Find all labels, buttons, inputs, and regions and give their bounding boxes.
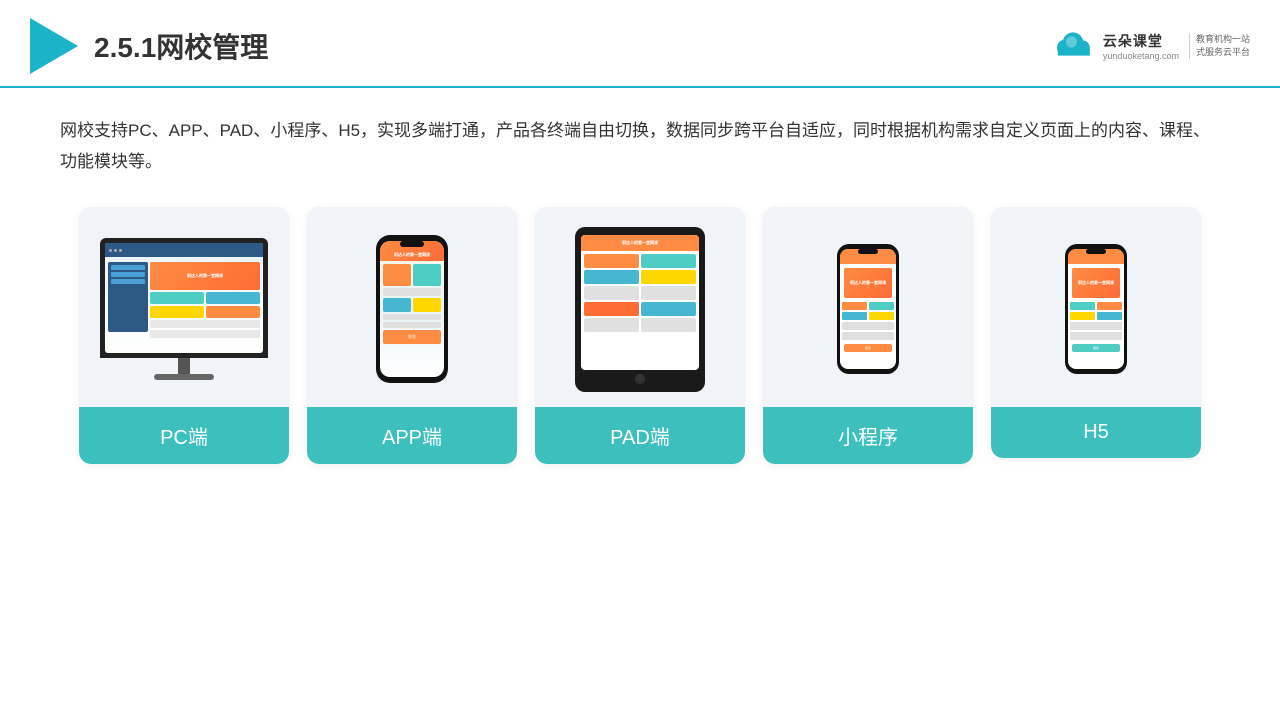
card-pad-label: PAD端 — [535, 407, 745, 464]
tagline-line2: 式服务云平台 — [1196, 46, 1250, 59]
logo-url-text: yunduoketang.com — [1103, 51, 1179, 61]
pad-tablet-mockup: 职达人的第一堂网课 — [575, 227, 705, 392]
card-app-label: APP端 — [307, 407, 517, 464]
h5-phone-mockup: 职达人的第一堂网课 — [1065, 244, 1127, 374]
content-area: 网校支持PC、APP、PAD、小程序、H5，实现多端打通，产品各终端自由切换，数… — [0, 88, 1280, 484]
card-miniprogram-label: 小程序 — [763, 407, 973, 464]
phone-screen: 职达人的第一堂网课 — [380, 241, 444, 377]
card-h5-image: 职达人的第一堂网课 — [991, 207, 1201, 407]
header-right: 云朵课堂 yunduoketang.com 教育机构一站 式服务云平台 — [1049, 30, 1250, 62]
cloud-logo: 云朵课堂 yunduoketang.com 教育机构一站 式服务云平台 — [1049, 30, 1250, 62]
card-pc-label: PC端 — [79, 407, 289, 464]
card-app-image: 职达人的第一堂网课 — [307, 207, 517, 407]
tablet-screen: 职达人的第一堂网课 — [581, 235, 699, 370]
card-pc-image: 职达人的第一堂网课 — [79, 207, 289, 407]
phone-notch — [400, 241, 424, 247]
card-pad-image: 职达人的第一堂网课 — [535, 207, 745, 407]
tagline-line1: 教育机构一站 — [1196, 33, 1250, 46]
logo-main-text: 云朵课堂 — [1103, 31, 1163, 51]
cards-row: 职达人的第一堂网课 — [60, 207, 1220, 464]
monitor-frame: 职达人的第一堂网课 — [100, 238, 268, 358]
header: 2.5.1网校管理 云朵课堂 yunduoketang.com 教育机构一站 式… — [0, 0, 1280, 88]
phone-small-notch — [858, 249, 878, 254]
card-h5-label: H5 — [991, 407, 1201, 458]
card-pad: 职达人的第一堂网课 — [535, 207, 745, 464]
card-pc: 职达人的第一堂网课 — [79, 207, 289, 464]
h5-phone-notch — [1086, 249, 1106, 254]
cloud-icon — [1049, 30, 1097, 62]
card-h5: 职达人的第一堂网课 — [991, 207, 1201, 458]
phone-small-screen: 职达人的第一堂网课 — [840, 249, 896, 369]
card-miniprogram-image: 职达人的第一堂网课 — [763, 207, 973, 407]
header-left: 2.5.1网校管理 — [30, 18, 268, 74]
h5-phone-screen: 职达人的第一堂网课 — [1068, 249, 1124, 369]
miniprogram-phone-mockup: 职达人的第一堂网课 — [837, 244, 899, 374]
card-miniprogram: 职达人的第一堂网课 — [763, 207, 973, 464]
logo-tagline: 教育机构一站 式服务云平台 — [1189, 33, 1250, 58]
page-title: 2.5.1网校管理 — [94, 26, 268, 66]
logo-text-block: 云朵课堂 yunduoketang.com — [1103, 31, 1179, 61]
app-phone-mockup: 职达人的第一堂网课 — [376, 235, 448, 383]
monitor-screen: 职达人的第一堂网课 — [105, 243, 263, 353]
description-text: 网校支持PC、APP、PAD、小程序、H5，实现多端打通，产品各终端自由切换，数… — [60, 116, 1220, 177]
play-icon — [30, 18, 78, 74]
card-app: 职达人的第一堂网课 — [307, 207, 517, 464]
pc-monitor-mockup: 职达人的第一堂网课 — [100, 238, 268, 380]
